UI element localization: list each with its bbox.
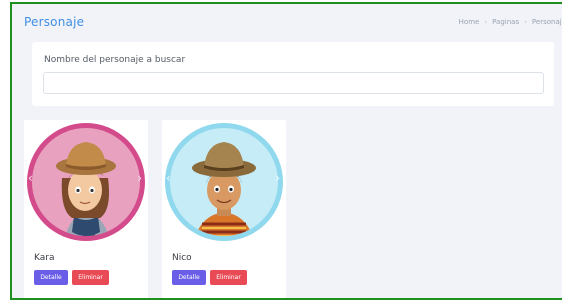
chevron-right-icon[interactable]: ›: [275, 172, 280, 184]
page-title: Personaje: [24, 15, 85, 29]
chevron-right-icon[interactable]: ›: [137, 172, 142, 184]
chevron-left-icon[interactable]: ‹: [28, 172, 33, 184]
avatar-carousel: ‹ ›: [162, 120, 286, 244]
breadcrumb-home[interactable]: Home: [459, 18, 480, 26]
avatar: [27, 123, 145, 241]
chevron-left-icon[interactable]: ‹: [166, 172, 171, 184]
character-card: ‹ › Nico Detalle Eliminar: [162, 120, 286, 298]
breadcrumb-current: Personaje: [531, 18, 562, 26]
detail-button[interactable]: Detalle: [172, 270, 206, 285]
detail-button[interactable]: Detalle: [34, 270, 68, 285]
delete-button[interactable]: Eliminar: [72, 270, 109, 285]
avatar: [165, 123, 283, 241]
search-input[interactable]: [43, 72, 544, 94]
breadcrumb-separator-icon: ›: [524, 18, 527, 26]
delete-button[interactable]: Eliminar: [210, 270, 247, 285]
character-name: Nico: [172, 253, 192, 263]
avatar-carousel: ‹ ›: [24, 120, 148, 244]
search-card: Nombre del personaje a buscar: [32, 42, 554, 106]
breadcrumb: Home › Paginas › Personaje: [459, 18, 562, 26]
search-label: Nombre del personaje a buscar: [44, 55, 186, 65]
character-name: Kara: [34, 253, 55, 263]
breadcrumb-paginas[interactable]: Paginas: [492, 18, 519, 26]
character-card: ‹ › Kara Detalle Eliminar: [24, 120, 148, 298]
breadcrumb-separator-icon: ›: [484, 18, 488, 26]
app-frame: Personaje Home › Paginas › Personaje Nombre …: [10, 2, 562, 300]
